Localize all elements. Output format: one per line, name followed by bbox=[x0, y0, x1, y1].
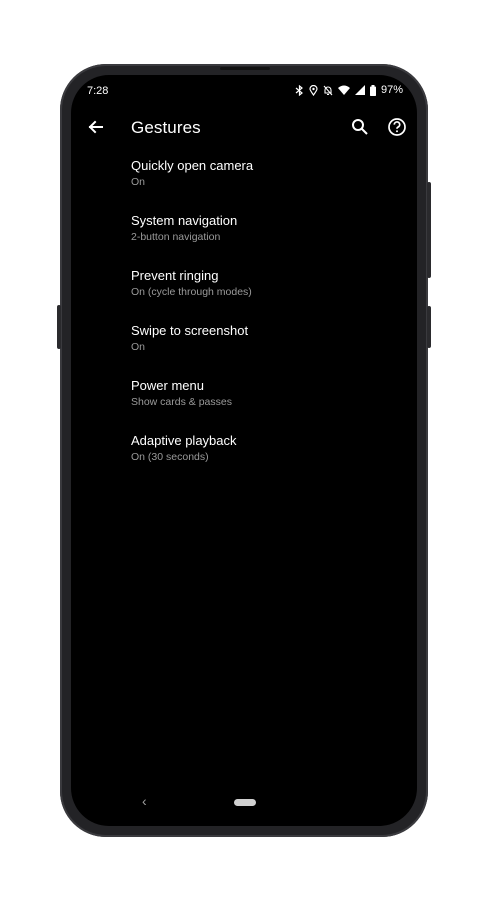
power-button bbox=[427, 306, 431, 348]
earpiece-speaker bbox=[220, 67, 270, 70]
mute-icon bbox=[323, 85, 333, 96]
status-bar: 7:28 97% bbox=[71, 75, 417, 107]
navigation-bar: ‹ bbox=[71, 778, 417, 826]
nav-back-button[interactable]: ‹ bbox=[142, 793, 147, 809]
setting-summary: On bbox=[131, 176, 146, 188]
app-bar: Gestures bbox=[71, 111, 417, 143]
setting-summary: Show cards & passes bbox=[131, 396, 232, 408]
setting-power-menu[interactable]: Power menu Show cards & passes bbox=[71, 378, 417, 433]
signal-icon bbox=[354, 85, 365, 95]
help-icon[interactable] bbox=[387, 117, 407, 137]
setting-title: System navigation bbox=[131, 213, 238, 228]
setting-title: Quickly open camera bbox=[131, 158, 254, 173]
setting-summary: On (cycle through modes) bbox=[131, 286, 252, 298]
setting-title: Swipe to screenshot bbox=[131, 323, 249, 338]
page-title: Gestures bbox=[131, 118, 201, 137]
setting-summary: On (30 seconds) bbox=[131, 451, 209, 463]
volume-button bbox=[57, 305, 61, 349]
status-icons: 97% bbox=[295, 84, 403, 96]
setting-summary: 2-button navigation bbox=[131, 231, 221, 243]
screen: 7:28 97% Gestures Quickly open camera On… bbox=[71, 75, 417, 826]
arrow-back-icon[interactable] bbox=[86, 117, 106, 137]
location-icon bbox=[309, 84, 318, 96]
battery-icon bbox=[369, 84, 376, 96]
search-icon[interactable] bbox=[350, 117, 370, 137]
setting-title: Power menu bbox=[131, 378, 204, 393]
bluetooth-icon bbox=[295, 84, 304, 96]
setting-title: Adaptive playback bbox=[131, 433, 237, 448]
setting-summary: On bbox=[131, 341, 146, 353]
setting-quickly-open-camera[interactable]: Quickly open camera On bbox=[71, 158, 417, 213]
setting-system-navigation[interactable]: System navigation 2-button navigation bbox=[71, 213, 417, 268]
setting-title: Prevent ringing bbox=[131, 268, 219, 283]
side-button-upper bbox=[427, 182, 431, 278]
setting-prevent-ringing[interactable]: Prevent ringing On (cycle through modes) bbox=[71, 268, 417, 323]
setting-swipe-to-screenshot[interactable]: Swipe to screenshot On bbox=[71, 323, 417, 378]
wifi-icon bbox=[337, 85, 350, 95]
nav-home-pill[interactable] bbox=[234, 799, 256, 806]
settings-list: Quickly open camera On System navigation… bbox=[71, 158, 417, 488]
status-time: 7:28 bbox=[87, 85, 109, 97]
setting-adaptive-playback[interactable]: Adaptive playback On (30 seconds) bbox=[71, 433, 417, 488]
battery-percent: 97% bbox=[380, 84, 403, 96]
